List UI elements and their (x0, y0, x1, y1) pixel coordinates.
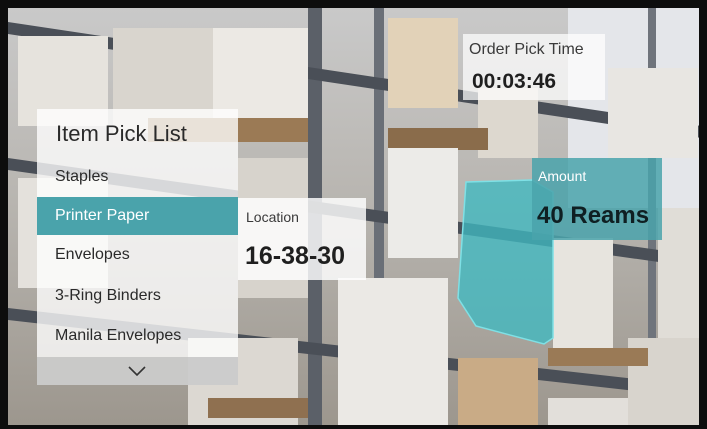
pick-list-item-label: Staples (55, 168, 109, 185)
amount-label: Amount (538, 168, 587, 184)
pick-list-title: Item Pick List (56, 121, 187, 146)
pick-list-item-printer-paper[interactable]: Printer Paper (37, 197, 238, 235)
order-pick-time-value: 00:03:46 (472, 70, 557, 93)
pick-list-item-label: Envelopes (55, 246, 130, 263)
chevron-down-icon (128, 366, 146, 376)
amount-value: 40 Reams (537, 202, 650, 229)
order-pick-time-label: Order Pick Time (469, 41, 584, 58)
pick-list-scroll-down-button[interactable] (37, 357, 238, 385)
pick-list-item-staples[interactable]: Staples (37, 158, 238, 196)
pick-list-item-label: Manila Envelopes (55, 327, 182, 344)
pick-list-item-manila-envelopes[interactable]: Manila Envelopes (37, 317, 238, 355)
location-callout: Location 16-38-30 (238, 198, 366, 280)
pick-list-item-3-ring-binders[interactable]: 3-Ring Binders (37, 277, 238, 315)
pick-list-item-label: 3-Ring Binders (55, 287, 161, 304)
location-value: 16-38-30 (245, 242, 346, 270)
pick-list-item-label: Printer Paper (55, 207, 150, 224)
location-label: Location (246, 209, 299, 225)
order-pick-time-panel: Order Pick Time 00:03:46 (463, 34, 605, 100)
item-pick-list-panel: Item Pick List Staples Printer Paper Env… (37, 109, 238, 385)
ar-view-frame: Item Pick List Staples Printer Paper Env… (0, 0, 707, 429)
amount-callout: Amount 40 Reams (532, 158, 662, 240)
pick-list-item-envelopes[interactable]: Envelopes (37, 236, 238, 274)
